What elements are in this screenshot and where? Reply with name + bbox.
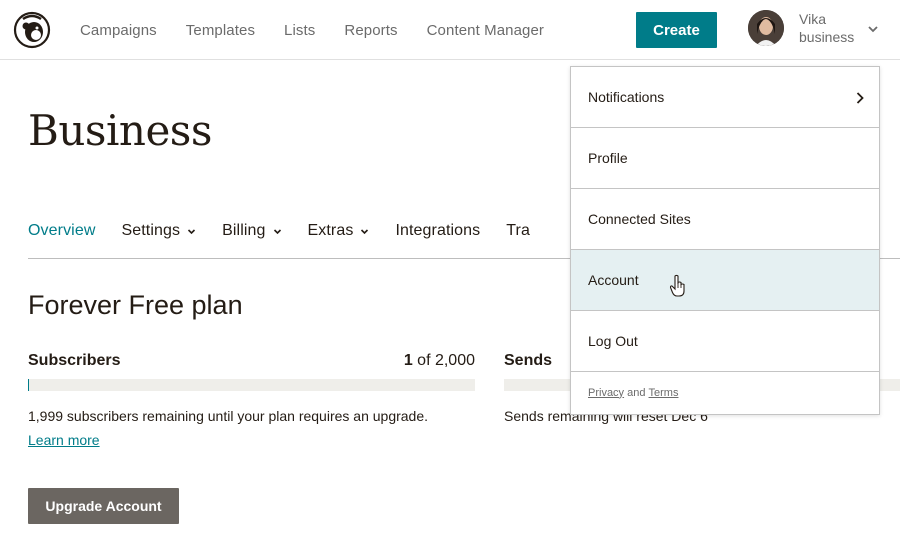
subscribers-limit: of 2,000	[412, 352, 475, 369]
subscribers-progress-bar	[28, 379, 475, 391]
tab-label: Extras	[307, 222, 354, 239]
chevron-down-icon	[188, 229, 196, 235]
tab-label: Billing	[222, 222, 266, 239]
nav-campaigns[interactable]: Campaigns	[80, 22, 157, 39]
user-avatar-icon	[748, 10, 784, 46]
chevron-down-icon	[273, 229, 281, 235]
chevron-down-icon	[361, 229, 369, 235]
menu-item-notifications[interactable]: Notifications	[571, 67, 879, 128]
create-button[interactable]: Create	[636, 12, 717, 48]
hand-pointer-cursor-icon	[669, 274, 685, 297]
chevron-down-icon[interactable]	[866, 22, 880, 36]
learn-more-link[interactable]: Learn more	[28, 432, 100, 448]
privacy-link[interactable]: Privacy	[588, 387, 624, 399]
plan-title: Forever Free plan	[28, 290, 243, 320]
subscribers-label: Subscribers	[28, 352, 121, 369]
menu-item-label: Log Out	[588, 333, 638, 349]
subscribers-note: 1,999 subscribers remaining until your p…	[28, 408, 429, 424]
tab-label: Integrations	[395, 222, 481, 239]
nav-reports[interactable]: Reports	[344, 22, 397, 39]
menu-item-label: Account	[588, 272, 639, 288]
avatar[interactable]	[748, 10, 784, 46]
tab-settings[interactable]: Settings	[121, 222, 196, 258]
tab-label: Overview	[28, 222, 96, 239]
menu-item-log-out[interactable]: Log Out	[571, 311, 879, 372]
top-navigation: Campaigns Templates Lists Reports Conten…	[0, 0, 900, 60]
dropdown-footer: Privacy and Terms	[571, 372, 879, 413]
tab-billing[interactable]: Billing	[222, 222, 281, 258]
tab-transactional[interactable]: Tra	[506, 222, 530, 258]
menu-item-profile[interactable]: Profile	[571, 128, 879, 189]
menu-item-label: Connected Sites	[588, 211, 691, 227]
upgrade-account-button[interactable]: Upgrade Account	[28, 488, 179, 524]
menu-item-label: Profile	[588, 150, 628, 166]
subscribers-count: 1 of 2,000	[300, 352, 475, 370]
footer-and: and	[624, 386, 649, 399]
nav-content-manager[interactable]: Content Manager	[427, 22, 544, 39]
tab-label: Tra	[506, 222, 530, 239]
user-name: Vika	[799, 11, 826, 27]
tab-integrations[interactable]: Integrations	[395, 222, 480, 258]
tab-overview[interactable]: Overview	[28, 222, 95, 258]
sends-label: Sends	[504, 352, 553, 369]
chevron-right-icon	[856, 92, 864, 104]
page-title: Business	[28, 106, 212, 155]
nav-lists[interactable]: Lists	[284, 22, 315, 39]
user-dropdown-menu: Notifications Profile Connected Sites Ac…	[570, 66, 880, 415]
subscribers-current: 1	[403, 352, 413, 369]
user-account: business	[799, 29, 855, 45]
main-nav: Campaigns Templates Lists Reports Conten…	[80, 0, 573, 60]
menu-item-label: Notifications	[588, 89, 665, 105]
mailchimp-logo-icon[interactable]	[13, 11, 51, 49]
user-menu-label[interactable]: Vika business	[799, 10, 854, 46]
nav-templates[interactable]: Templates	[186, 22, 255, 39]
tab-extras[interactable]: Extras	[308, 222, 370, 258]
menu-item-account[interactable]: Account	[571, 250, 879, 311]
tab-label: Settings	[121, 222, 181, 239]
menu-item-connected-sites[interactable]: Connected Sites	[571, 189, 879, 250]
terms-link[interactable]: Terms	[649, 387, 679, 399]
